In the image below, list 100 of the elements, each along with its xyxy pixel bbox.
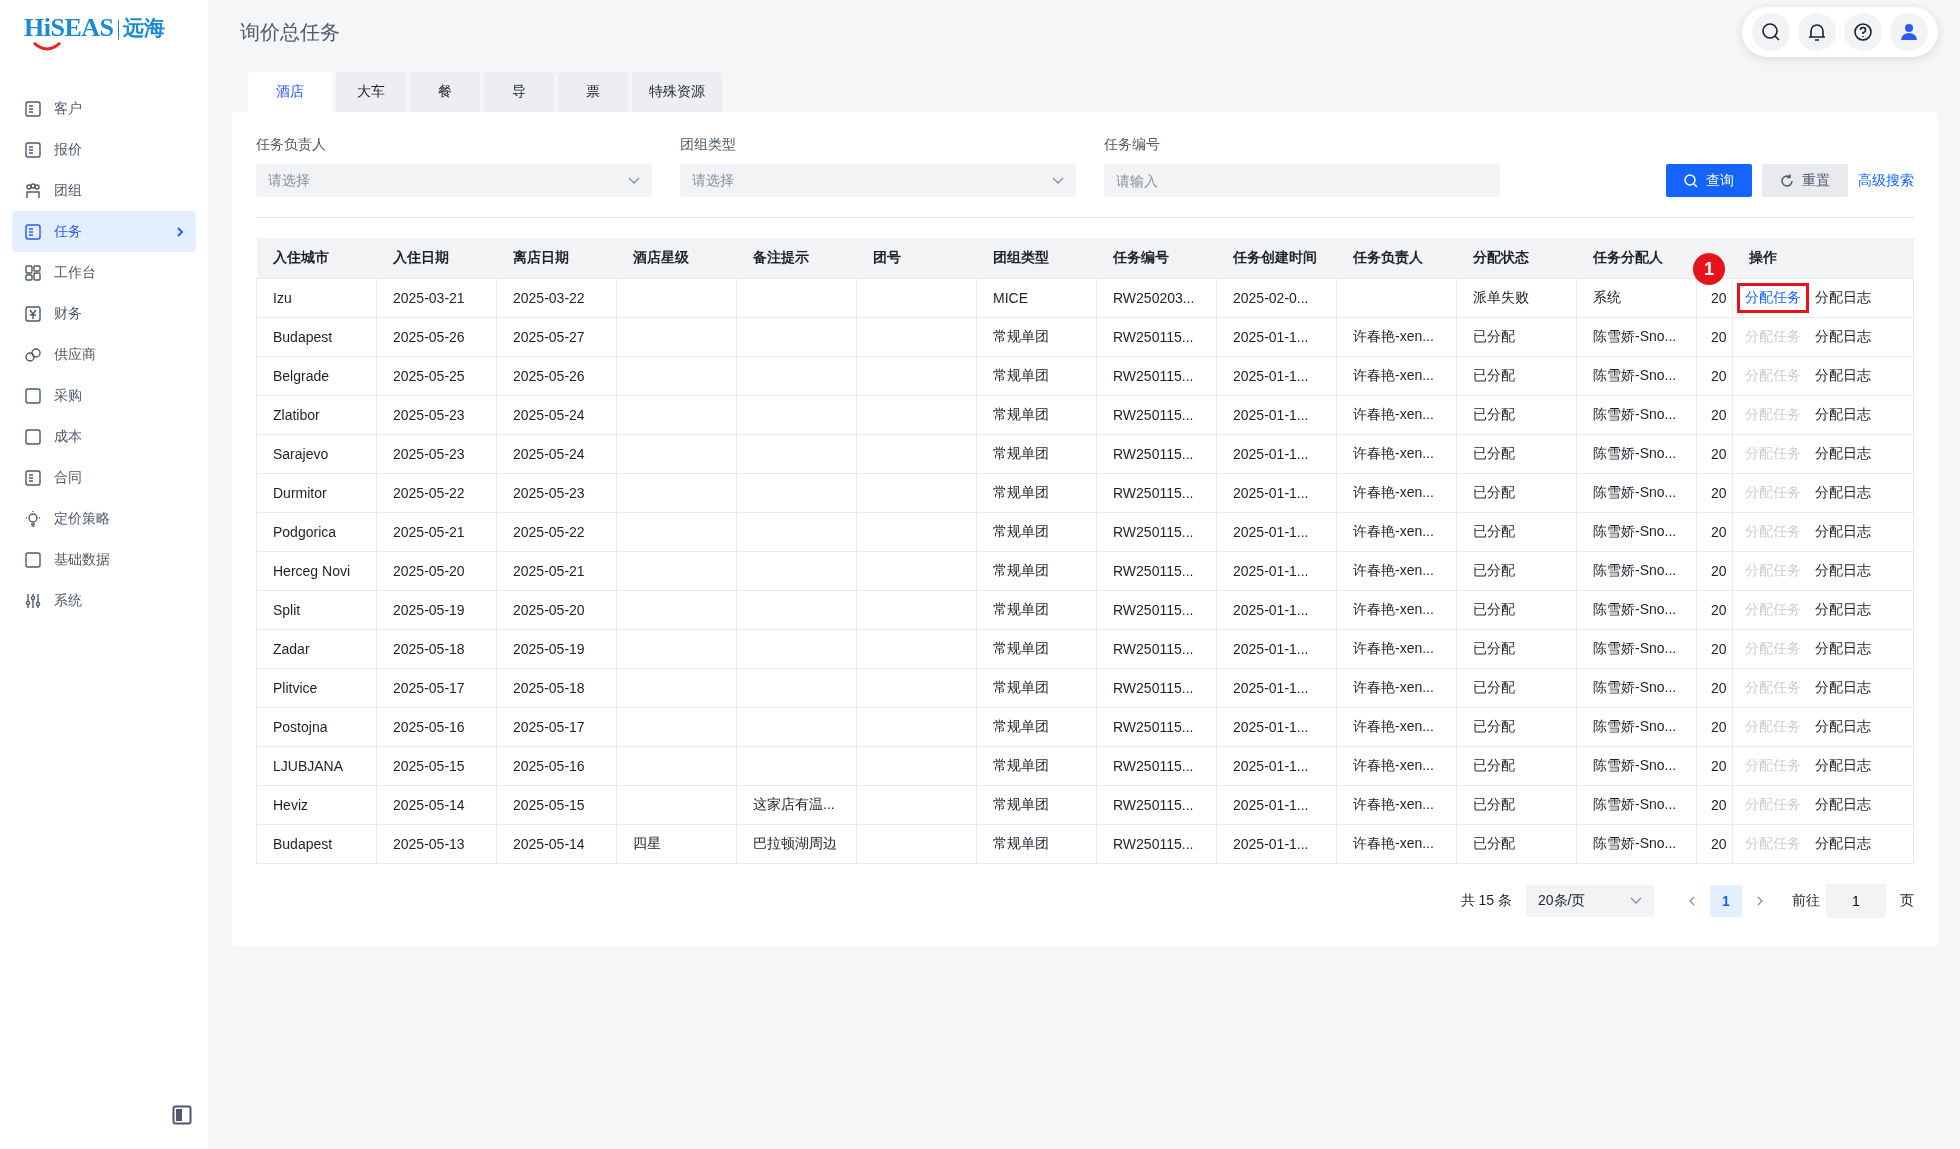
column-header: 分配状态 (1472, 249, 1529, 265)
sidebar-item[interactable]: 团组 (12, 170, 196, 211)
tab[interactable]: 酒店 (248, 72, 332, 112)
sidebar-item[interactable]: 工作台 (12, 252, 196, 293)
user-avatar-icon[interactable] (1899, 22, 1919, 42)
notification-icon[interactable] (1807, 22, 1827, 42)
goto-page-field[interactable]: 1 (1826, 884, 1886, 918)
table-cell: 2025-05-23 (393, 407, 465, 423)
sidebar-item[interactable]: 合同 (12, 457, 196, 498)
table-cell: 已分配 (1473, 718, 1515, 734)
assign-log-link[interactable]: 分配日志 (1815, 406, 1871, 422)
reset-button[interactable]: 重置 (1762, 164, 1848, 197)
table-cell: 20 (1711, 368, 1727, 384)
column-header: 任务负责人 (1352, 249, 1423, 265)
table-cell: 常规单团 (993, 484, 1049, 500)
sidebar-item[interactable]: 成本 (12, 416, 196, 457)
table-cell: 许春艳-xen... (1353, 484, 1434, 500)
table-cell: 2025-03-21 (393, 290, 465, 306)
sidebar-item[interactable]: 采购 (12, 375, 196, 416)
tab[interactable]: 大车 (336, 72, 406, 112)
sidebar-item[interactable]: 基础数据 (12, 539, 196, 580)
assign-task-link[interactable]: 分配任务 (1745, 289, 1801, 305)
column-header: 任务分配人 (1592, 249, 1663, 265)
sidebar-item[interactable]: 系统 (12, 580, 196, 621)
table-cell: 巴拉顿湖周边 (753, 835, 837, 851)
help-icon[interactable] (1853, 22, 1873, 42)
table-cell: 许春艳-xen... (1353, 406, 1434, 422)
table-cell: 2025-05-16 (393, 719, 465, 735)
table-cell: 常规单团 (993, 523, 1049, 539)
checklist-icon (24, 222, 42, 241)
table-cell: 已分配 (1473, 796, 1515, 812)
sidebar-item[interactable]: 财务 (12, 293, 196, 334)
table-cell: 四星 (633, 835, 661, 851)
assign-log-link[interactable]: 分配日志 (1815, 796, 1871, 812)
next-page-icon[interactable] (1756, 895, 1764, 907)
table-cell: 2025-05-26 (393, 329, 465, 345)
chevron-right-icon (176, 225, 184, 238)
smile-icon (32, 42, 62, 51)
table-cell: 许春艳-xen... (1353, 328, 1434, 344)
search-icon[interactable] (1761, 22, 1781, 42)
assign-log-link[interactable]: 分配日志 (1815, 484, 1871, 500)
advanced-search-link[interactable]: 高级搜索 (1858, 171, 1914, 190)
table-cell: RW250115... (1113, 485, 1194, 501)
assign-log-link[interactable]: 分配日志 (1815, 640, 1871, 656)
sidebar-item[interactable]: 客户 (12, 88, 196, 129)
assign-log-link[interactable]: 分配日志 (1815, 328, 1871, 344)
assign-log-link[interactable]: 分配日志 (1815, 562, 1871, 578)
table-cell: RW250115... (1113, 602, 1194, 618)
tab[interactable]: 餐 (410, 72, 480, 112)
tab[interactable]: 导 (484, 72, 554, 112)
table-cell: 陈雪娇-Sno... (1593, 835, 1677, 851)
assign-log-link[interactable]: 分配日志 (1815, 523, 1871, 539)
assign-log-link[interactable]: 分配日志 (1815, 718, 1871, 734)
sliders-icon (24, 591, 42, 610)
page-number[interactable]: 1 (1710, 885, 1742, 917)
assign-log-link[interactable]: 分配日志 (1815, 367, 1871, 383)
tab[interactable]: 特殊资源 (632, 72, 722, 112)
assign-log-link[interactable]: 分配日志 (1815, 679, 1871, 695)
sidebar-item[interactable]: 报价 (12, 129, 196, 170)
page-size-select[interactable]: 20条/页 (1526, 885, 1654, 917)
sidebar-item[interactable]: 任务 (12, 211, 196, 252)
highlight-frame (1737, 283, 1809, 313)
table-cell: 2025-01-1... (1233, 446, 1309, 462)
table-cell: 陈雪娇-Sno... (1593, 523, 1677, 539)
collapse-sidebar-icon[interactable] (172, 1105, 192, 1125)
table-cell: 2025-01-1... (1233, 758, 1309, 774)
assign-log-link[interactable]: 分配日志 (1815, 445, 1871, 461)
input-field[interactable]: 请输入 (1104, 164, 1500, 197)
search-icon (1684, 173, 1698, 188)
table-cell: 这家店有温... (753, 796, 835, 812)
assign-log-link[interactable]: 分配日志 (1815, 835, 1871, 851)
sidebar-item[interactable]: 定价策略 (12, 498, 196, 539)
table-cell: 2025-05-14 (513, 836, 585, 852)
column-header: 任务创建时间 (1232, 249, 1317, 265)
table-cell: 许春艳-xen... (1353, 562, 1434, 578)
table-cell: 派单失败 (1473, 289, 1529, 305)
table-cell: 已分配 (1473, 445, 1515, 461)
table-cell: 陈雪娇-Sno... (1593, 640, 1677, 656)
query-button[interactable]: 查询 (1666, 164, 1752, 197)
table-cell: 已分配 (1473, 328, 1515, 344)
table-cell: 陈雪娇-Sno... (1593, 445, 1677, 461)
table-cell: 许春艳-xen... (1353, 679, 1434, 695)
assign-log-link[interactable]: 分配日志 (1815, 757, 1871, 773)
table-cell: 2025-05-14 (393, 797, 465, 813)
table-cell: 2025-05-18 (393, 641, 465, 657)
tab[interactable]: 票 (558, 72, 628, 112)
assign-log-link[interactable]: 分配日志 (1815, 601, 1871, 617)
table-cell: 20 (1711, 719, 1727, 735)
table-cell: 2025-05-13 (393, 836, 465, 852)
table-cell: RW250115... (1113, 407, 1194, 423)
yen-icon (24, 304, 42, 323)
assign-log-link[interactable]: 分配日志 (1815, 289, 1871, 305)
table-cell: 常规单团 (993, 562, 1049, 578)
table-cell: 常规单团 (993, 640, 1049, 656)
previous-page-icon[interactable] (1688, 895, 1696, 907)
sidebar-item[interactable]: 供应商 (12, 334, 196, 375)
table-cell: 陈雪娇-Sno... (1593, 796, 1677, 812)
table-cell: 陈雪娇-Sno... (1593, 484, 1677, 500)
table-cell: 2025-05-26 (513, 368, 585, 384)
table-cell: Zadar (273, 641, 310, 657)
